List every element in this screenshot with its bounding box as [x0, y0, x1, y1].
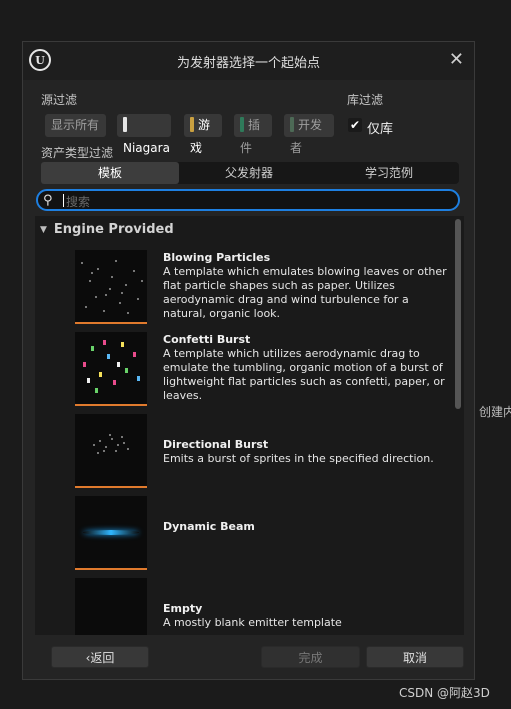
item-description: A template which utilizes aerodynamic dr…	[163, 347, 445, 402]
chip-show-all[interactable]: 显示所有	[45, 114, 106, 137]
template-list[interactable]: ▼ Engine Provided Blowing Particles A tem…	[35, 216, 464, 635]
group-title: Engine Provided	[53, 222, 174, 237]
list-scrollbar[interactable]	[455, 219, 461, 409]
chip-niagara[interactable]: Niagara	[117, 114, 171, 155]
list-item[interactable]: Empty A mostly blank emitter template	[75, 578, 460, 635]
asset-type-filter-label: 资产类型过滤	[41, 146, 114, 160]
item-name: Blowing Particles	[163, 251, 271, 264]
search-icon: ⚲	[43, 193, 53, 208]
chip-color-bar	[240, 117, 244, 132]
list-item[interactable]: Directional Burst Emits a burst of sprit…	[75, 414, 460, 492]
chip-label: Niagara	[123, 141, 170, 155]
search-placeholder: 搜索	[66, 195, 91, 209]
list-item[interactable]: Blowing Particles A template which emula…	[75, 250, 460, 328]
list-item[interactable]: Dynamic Beam	[75, 496, 460, 574]
item-name: Empty	[163, 602, 203, 615]
item-description: Emits a burst of sprites in the specifie…	[163, 452, 434, 465]
dialog-title: 为发射器选择一个起始点	[176, 56, 320, 71]
cancel-button[interactable]: 取消	[366, 646, 464, 668]
thumbnail-blowing-particles	[75, 250, 147, 324]
collapse-triangle-icon: ▼	[40, 225, 47, 235]
list-item[interactable]: Confetti Burst A template which utilizes…	[75, 332, 460, 410]
source-filter-label: 源过滤	[41, 93, 78, 107]
chip-game[interactable]: 游戏	[184, 114, 222, 155]
back-label: 返回	[90, 651, 115, 665]
thumbnail-empty	[75, 578, 147, 635]
chip-plugin[interactable]: 插件	[234, 114, 272, 155]
close-icon[interactable]: ✕	[449, 49, 464, 70]
group-header[interactable]: ▼ Engine Provided	[40, 222, 174, 237]
item-name: Dynamic Beam	[163, 520, 255, 533]
text-caret	[63, 194, 64, 207]
tab-templates[interactable]: 模板	[41, 162, 179, 184]
watermark: CSDN @阿赵3D	[399, 686, 490, 700]
thumbnail-dynamic-beam	[75, 496, 147, 570]
item-name: Directional Burst	[163, 438, 269, 451]
emitter-start-dialog: U 为发射器选择一个起始点 ✕ 源过滤 库过滤 显示所有 Niagara 游戏 …	[22, 41, 475, 680]
beam-glow	[83, 530, 139, 535]
tab-learning-examples[interactable]: 学习范例	[319, 162, 459, 184]
chip-label: 开发者	[290, 118, 323, 155]
back-button[interactable]: ‹返回	[51, 646, 149, 668]
finish-button[interactable]: 完成	[261, 646, 360, 668]
library-filter-label: 库过滤	[347, 93, 384, 107]
item-description: A template which emulates blowing leaves…	[163, 265, 447, 320]
background-text: 创建内容	[479, 405, 511, 419]
tab-parent-emitters[interactable]: 父发射器	[179, 162, 319, 184]
library-only-label: 仅库	[367, 122, 394, 137]
chip-label: 显示所有	[51, 118, 100, 132]
item-description: A mostly blank emitter template	[163, 616, 342, 629]
asset-type-tabs: 模板 父发射器 学习范例	[41, 162, 459, 184]
dialog-titlebar: U 为发射器选择一个起始点 ✕	[23, 42, 474, 80]
chip-developer[interactable]: 开发者	[284, 114, 334, 155]
thumbnail-directional-burst	[75, 414, 147, 488]
chip-color-bar	[290, 117, 294, 132]
chip-color-bar	[190, 117, 194, 132]
thumbnail-confetti-burst	[75, 332, 147, 406]
search-input[interactable]: ⚲ 搜索	[36, 189, 460, 211]
item-name: Confetti Burst	[163, 333, 251, 346]
library-only-checkbox[interactable]: ✔	[348, 118, 362, 132]
chip-color-bar	[123, 117, 127, 132]
